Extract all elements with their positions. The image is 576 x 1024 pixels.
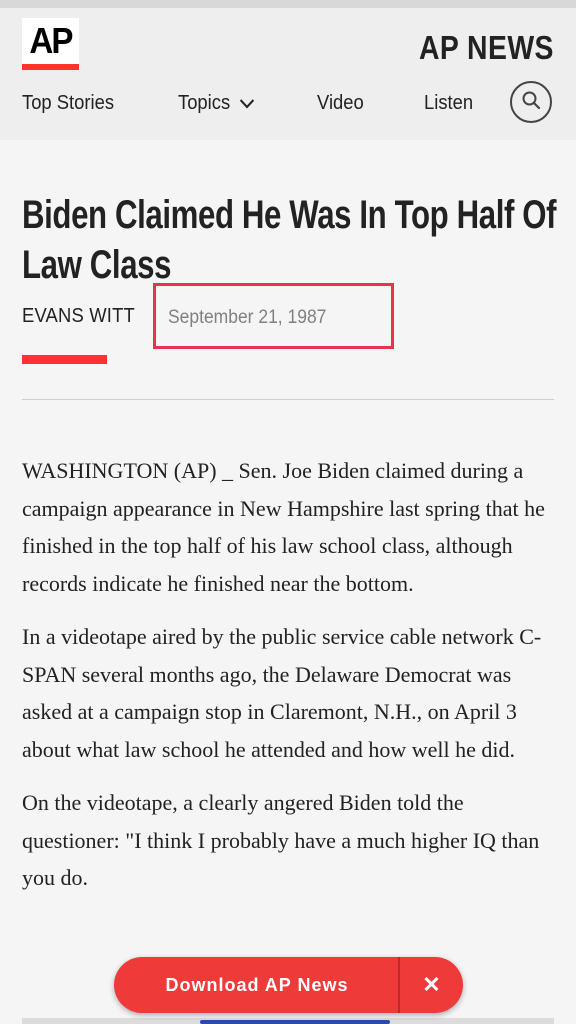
status-strip [0, 0, 576, 8]
main-nav: Top Stories Topics Video Listen [22, 86, 533, 120]
article-body: WASHINGTON (AP) _ Sen. Joe Biden claimed… [22, 452, 562, 913]
article-paragraph: On the videotape, a clearly angered Bide… [22, 790, 540, 890]
publish-date: September 21, 1987 [168, 307, 327, 328]
logo-text: AP [29, 20, 73, 61]
header-divider [22, 399, 554, 400]
nav-listen-label: Listen [423, 91, 473, 114]
nav-top-stories[interactable]: Top Stories [22, 92, 114, 115]
close-icon[interactable]: ✕ [400, 972, 463, 998]
nav-topics-label: Topics [178, 91, 231, 114]
article-paragraph: In a videotape aired by the public servi… [22, 624, 542, 762]
site-header: AP AP NEWS Top Stories Topics Video List… [0, 8, 576, 140]
download-app-banner: Download AP News ✕ [114, 957, 463, 1013]
byline-accent-bar [22, 355, 107, 364]
article-paragraph: WASHINGTON (AP) _ Sen. Joe Biden claimed… [22, 458, 545, 596]
nav-top-stories-label: Top Stories [22, 91, 115, 114]
author-byline[interactable]: EVANS WITT [22, 305, 135, 328]
nav-video[interactable]: Video [317, 92, 364, 115]
search-button[interactable] [510, 81, 552, 123]
bottom-ad-accent [200, 1020, 390, 1024]
article-headline: Biden Claimed He Was In Top Half Of Law … [22, 193, 557, 287]
nav-topics[interactable]: Topics [178, 92, 254, 115]
chevron-down-icon [239, 92, 254, 115]
nav-video-label: Video [316, 91, 364, 114]
ap-logo[interactable]: AP [22, 18, 79, 70]
brand-title[interactable]: AP NEWS [419, 28, 554, 68]
nav-listen[interactable]: Listen [424, 92, 473, 115]
download-app-button[interactable]: Download AP News [114, 975, 398, 996]
logo-accent-bar [22, 64, 79, 70]
search-icon [521, 90, 541, 115]
